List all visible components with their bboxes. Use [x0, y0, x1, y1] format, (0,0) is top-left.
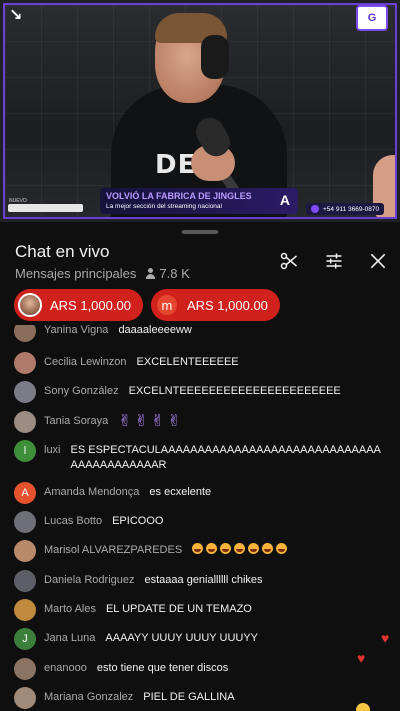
- banner-title: VOLVIÓ LA FABRICA DE JINGLES: [106, 191, 252, 201]
- drag-handle[interactable]: [182, 230, 218, 234]
- heart-eyes-icon: [262, 543, 274, 554]
- scissors-icon[interactable]: [278, 250, 300, 272]
- super-chat-pill[interactable]: m ARS 1,000.00: [150, 289, 280, 321]
- avatar: [14, 381, 36, 403]
- channel-logo: G: [356, 5, 388, 31]
- message-text: EXCELNTEEEEEEEEEEEEEEEEEEEEEE: [128, 385, 341, 397]
- chat-message: J Jana Luna AAAAYY UUUY UUUY UUUYY: [14, 628, 384, 650]
- phone-number: +54 911 3669-0870: [323, 205, 380, 213]
- heart-eyes-icon: [220, 543, 232, 554]
- message-author[interactable]: Sony González: [44, 384, 119, 399]
- pinned-super-chats: ARS 1,000.00 m ARS 1,000.00: [14, 289, 280, 321]
- chat-message-list[interactable]: Yanina Vigna daaaaleeeeww Cecilia Lewinz…: [0, 325, 400, 711]
- chat-message: Sony González EXCELNTEEEEEEEEEEEEEEEEEEE…: [14, 381, 384, 403]
- smile-reaction-icon: [356, 703, 370, 711]
- victory-hand-icon: ✌: [134, 413, 149, 430]
- message-text: EXCELENTEEEEEE: [136, 356, 239, 368]
- chat-message: Marto Ales EL UPDATE DE UN TEMAZO: [14, 599, 384, 621]
- avatar: [14, 540, 36, 562]
- message-author[interactable]: Mariana Gonzalez: [44, 690, 133, 705]
- message-author[interactable]: Cecilia Lewinzon: [44, 355, 127, 370]
- tune-icon[interactable]: [323, 250, 345, 272]
- chat-mode-selector[interactable]: Mensajes principales 7.8 K: [15, 266, 190, 281]
- live-chat-panel: Chat en vivo Mensajes principales 7.8 K …: [0, 222, 400, 711]
- chat-message: Lucas Botto EPICOOO: [14, 511, 384, 533]
- avatar: A: [14, 482, 36, 504]
- whatsapp-icon: [311, 205, 319, 213]
- minimize-arrow-icon[interactable]: ↘: [9, 5, 22, 25]
- victory-hand-icon: ✌: [167, 413, 181, 430]
- super-chat-amount: ARS 1,000.00: [186, 297, 268, 313]
- chat-message: enanooo esto tiene que tener discos: [14, 658, 384, 680]
- super-chat-pill[interactable]: ARS 1,000.00: [14, 289, 143, 321]
- message-text: EPICOOO: [112, 515, 164, 527]
- chat-mode-label: Mensajes principales: [15, 266, 137, 281]
- avatar: [14, 570, 36, 592]
- victory-hand-icon: ✌: [151, 413, 165, 430]
- chat-message: Yanina Vigna daaaaleeeeww: [14, 325, 384, 342]
- message-author[interactable]: Tania Soraya: [44, 414, 108, 429]
- chat-message: Daniela Rodriguez estaaaa geniallllll ch…: [14, 570, 384, 592]
- avatar: [14, 325, 36, 342]
- heart-reaction-icon: ♥: [357, 650, 366, 666]
- stream-frame: DEV: [3, 3, 397, 219]
- avatar: m: [154, 293, 179, 317]
- message-text: PIEL DE GALLINA: [143, 691, 235, 703]
- viewer-count-value: 7.8 K: [159, 266, 190, 281]
- message-text: esto tiene que tener discos: [96, 662, 229, 674]
- avatar: [14, 411, 36, 433]
- chat-message: A Amanda Mendonça es ecxelente: [14, 482, 384, 504]
- chat-message: l luxi ES ESPECTACULAAAAAAAAAAAAAAAAAAAA…: [14, 440, 384, 473]
- chat-message: Mariana Gonzalez PIEL DE GALLINA: [14, 687, 384, 709]
- person-icon: [146, 268, 156, 279]
- avatar: [18, 293, 42, 317]
- banner-subtitle: La mejor sección del streaming nacional: [106, 203, 222, 210]
- heart-eyes-icon: [276, 543, 288, 554]
- avatar: [14, 352, 36, 374]
- avatar: [14, 511, 36, 533]
- heart-eyes-icon: [234, 543, 246, 554]
- avatar: l: [14, 440, 36, 462]
- message-text: AAAAYY UUUY UUUY UUUYY: [105, 632, 259, 644]
- video-player[interactable]: DEV ↘ G NUEVO VOLVIÓ LA FABRICA DE JINGL…: [0, 0, 400, 222]
- message-author[interactable]: enanooo: [44, 661, 87, 676]
- avatar: [14, 687, 36, 709]
- chat-message: Cecilia Lewinzon EXCELENTEEEEEE: [14, 352, 384, 374]
- message-author[interactable]: Daniela Rodriguez: [44, 573, 135, 588]
- message-author[interactable]: Yanina Vigna: [44, 325, 108, 338]
- banner-logo: A: [279, 192, 290, 208]
- chat-message: Tania Soraya ✌ ✌ ✌ ✌: [14, 411, 384, 433]
- message-emoji: ✌ ✌ ✌ ✌: [118, 413, 181, 430]
- victory-hand-icon: ✌: [118, 413, 132, 430]
- message-author[interactable]: luxi: [44, 443, 61, 458]
- message-text: EL UPDATE DE UN TEMAZO: [105, 603, 252, 615]
- message-author[interactable]: Lucas Botto: [44, 514, 102, 529]
- message-text: estaaaa geniallllll chikes: [144, 574, 263, 586]
- message-text: ES ESPECTACULAAAAAAAAAAAAAAAAAAAAAAAAAAA…: [70, 444, 381, 471]
- message-author[interactable]: Marisol ALVAREZPAREDES: [44, 543, 182, 558]
- message-text: es ecxelente: [149, 486, 212, 498]
- message-emoji: [192, 543, 288, 554]
- chat-title: Chat en vivo: [15, 242, 110, 261]
- headphones-icon: [201, 35, 229, 79]
- message-author[interactable]: Marto Ales: [44, 602, 96, 617]
- message-text: daaaaleeeeww: [118, 325, 192, 336]
- close-icon[interactable]: [367, 250, 389, 272]
- message-author[interactable]: Amanda Mendonça: [44, 485, 139, 500]
- heart-reaction-icon: ♥: [381, 630, 390, 646]
- avatar: [14, 658, 36, 680]
- avatar: J: [14, 628, 36, 650]
- chat-message: Marisol ALVAREZPAREDES: [14, 540, 384, 562]
- message-author[interactable]: Jana Luna: [44, 631, 95, 646]
- super-chat-amount: ARS 1,000.00: [50, 297, 131, 313]
- heart-eyes-icon: [192, 543, 204, 554]
- avatar: [14, 599, 36, 621]
- overlay-bug-bar: [8, 204, 83, 212]
- heart-eyes-icon: [206, 543, 218, 554]
- lower-third-banner: VOLVIÓ LA FABRICA DE JINGLES La mejor se…: [100, 188, 298, 214]
- viewer-count: 7.8 K: [146, 266, 190, 281]
- whatsapp-number: +54 911 3669-0870: [306, 203, 385, 215]
- heart-eyes-icon: [248, 543, 260, 554]
